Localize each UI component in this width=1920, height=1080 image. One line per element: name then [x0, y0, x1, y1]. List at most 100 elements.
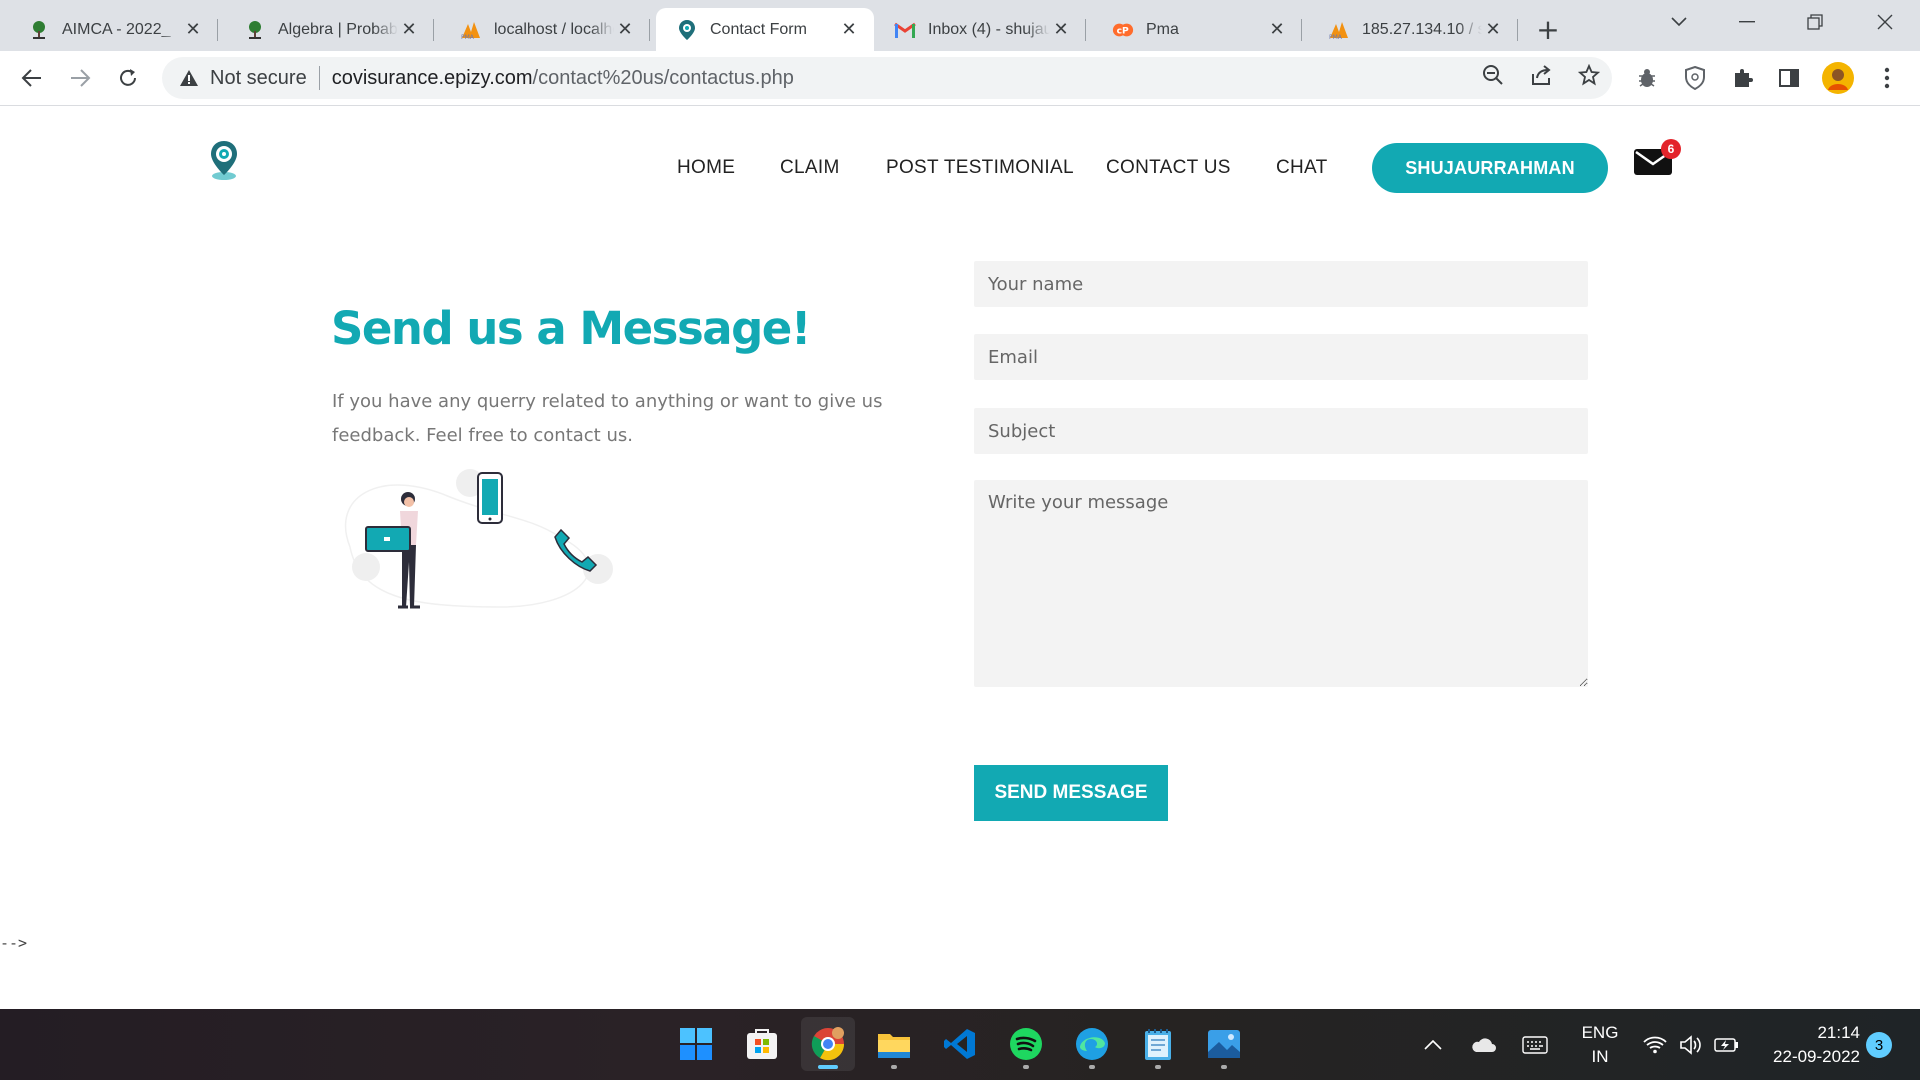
nav-home[interactable]: HOME [677, 157, 735, 179]
windows-start-icon[interactable] [669, 1017, 723, 1071]
language-indicator[interactable]: ENG IN [1572, 1021, 1628, 1069]
url-host: covisurance.epizy.com [331, 66, 533, 89]
tab-title: AIMCA - 2022_ [62, 20, 171, 38]
keyboard-icon[interactable] [1518, 1009, 1552, 1080]
site-logo-icon[interactable] [208, 139, 240, 181]
close-icon[interactable]: ✕ [1482, 19, 1504, 41]
name-input[interactable] [974, 261, 1588, 307]
new-tab-button[interactable]: + [1530, 11, 1566, 47]
reload-button[interactable] [109, 59, 147, 97]
user-account-button[interactable]: SHUJAURRAHMAN [1372, 143, 1608, 193]
contact-illustration [330, 467, 620, 617]
page-heading: Send us a Message! [331, 302, 811, 355]
spotify-icon[interactable] [999, 1017, 1053, 1071]
tab-contact-form[interactable]: Contact Form ✕ [656, 8, 874, 51]
running-indicator [891, 1065, 897, 1069]
close-icon[interactable]: ✕ [1050, 19, 1072, 41]
nav-claim[interactable]: CLAIM [780, 157, 840, 179]
svg-text:PMA: PMA [461, 34, 475, 40]
mail-icon[interactable]: 6 [1633, 139, 1681, 179]
close-window-button[interactable] [1858, 0, 1912, 44]
chrome-icon[interactable] [801, 1017, 855, 1071]
svg-text:PMA: PMA [1329, 34, 1343, 40]
notepad-icon[interactable] [1131, 1017, 1185, 1071]
zoom-icon[interactable] [1482, 64, 1504, 92]
warning-triangle-icon[interactable] [178, 67, 200, 89]
vscode-icon[interactable] [933, 1017, 987, 1071]
onedrive-cloud-icon[interactable] [1466, 1009, 1500, 1080]
profile-avatar[interactable] [1821, 61, 1855, 95]
shield-extension-icon[interactable] [1678, 61, 1712, 95]
side-panel-icon[interactable] [1772, 61, 1806, 95]
email-input[interactable] [974, 334, 1588, 380]
svg-text:cP: cP [1117, 25, 1129, 36]
stray-comment-text: --> [0, 934, 28, 952]
edge-icon[interactable] [1065, 1017, 1119, 1071]
wifi-icon[interactable] [1640, 1009, 1670, 1080]
close-icon[interactable]: ✕ [614, 19, 636, 41]
microsoft-store-icon[interactable] [735, 1017, 789, 1071]
battery-charging-icon[interactable] [1712, 1009, 1742, 1080]
phpmyadmin-favicon-icon: PMA [460, 19, 482, 41]
browser-tab-strip: AIMCA - 2022_ ✕ Algebra | Probability ✕ … [0, 0, 1920, 51]
close-icon[interactable]: ✕ [1266, 19, 1288, 41]
tab-gmail-inbox[interactable]: Inbox (4) - shujaurrahman ✕ [874, 8, 1086, 51]
tab-algebra[interactable]: Algebra | Probability ✕ [224, 8, 434, 51]
restore-button[interactable] [1788, 0, 1842, 44]
location-pin-favicon-icon [676, 19, 698, 41]
page-description: If you have any querry related to anythi… [332, 391, 883, 446]
nav-chat[interactable]: CHAT [1276, 157, 1328, 179]
tab-localhost[interactable]: PMA localhost / localhost ✕ [440, 8, 650, 51]
file-explorer-icon[interactable] [867, 1017, 921, 1071]
security-label[interactable]: Not secure [210, 67, 307, 90]
nav-contact-us[interactable]: CONTACT US [1106, 157, 1231, 179]
divider [318, 66, 320, 90]
bookmark-star-icon[interactable] [1577, 63, 1601, 92]
nav-post-testimonial[interactable]: POST TESTIMONIAL [886, 157, 1074, 179]
forward-button[interactable] [61, 59, 99, 97]
running-indicator [1089, 1065, 1095, 1069]
notification-count-badge[interactable]: 3 [1866, 1032, 1892, 1058]
share-icon[interactable] [1530, 64, 1552, 92]
back-button[interactable] [13, 59, 51, 97]
send-message-button[interactable]: SEND MESSAGE [974, 765, 1168, 821]
gmail-favicon-icon [894, 19, 916, 41]
url-text[interactable]: covisurance.epizy.com/contact%20us/conta… [332, 67, 794, 90]
running-indicator [1155, 1065, 1161, 1069]
close-icon[interactable]: ✕ [838, 19, 860, 41]
tab-sql-server[interactable]: PMA 185.27.134.10 / sql ✕ [1308, 8, 1518, 51]
subject-input[interactable] [974, 408, 1588, 454]
message-textarea[interactable] [974, 480, 1588, 687]
close-icon[interactable]: ✕ [398, 19, 420, 41]
system-clock[interactable]: 21:14 22-09-2022 [1740, 1021, 1860, 1069]
tree-favicon-icon [244, 19, 266, 41]
phpmyadmin-favicon-icon: PMA [1328, 19, 1350, 41]
photos-icon[interactable] [1197, 1017, 1251, 1071]
tab-pma[interactable]: cP Pma ✕ [1092, 8, 1302, 51]
tab-search-chevron-icon[interactable] [1652, 0, 1706, 44]
tab-title: localhost / localhost [494, 20, 614, 38]
browser-menu-icon[interactable] [1870, 61, 1904, 95]
tab-title: Algebra | Probability [278, 20, 398, 38]
url-path: /contact%20us/contactus.php [532, 66, 794, 89]
volume-icon[interactable] [1676, 1009, 1706, 1080]
tab-title: Inbox (4) - shujaurrahman [928, 20, 1050, 38]
clock-date: 22-09-2022 [1773, 1047, 1860, 1066]
tab-title: Pma [1146, 20, 1179, 38]
minimize-button[interactable] [1720, 0, 1774, 44]
extensions-puzzle-icon[interactable] [1726, 61, 1760, 95]
close-icon[interactable]: ✕ [182, 19, 204, 41]
cpanel-favicon-icon: cP [1112, 19, 1134, 41]
show-hidden-icons-chevron-icon[interactable] [1418, 1009, 1448, 1080]
bug-extension-icon[interactable] [1630, 61, 1664, 95]
running-indicator [1221, 1065, 1227, 1069]
web-page: HOME CLAIM POST TESTIMONIAL CONTACT US C… [0, 107, 1920, 1009]
browser-toolbar: Not secure covisurance.epizy.com/contact… [0, 51, 1920, 106]
tree-favicon-icon [28, 19, 50, 41]
language-code: ENG [1581, 1023, 1619, 1042]
address-bar[interactable]: Not secure covisurance.epizy.com/contact… [162, 57, 1612, 99]
running-indicator [1023, 1065, 1029, 1069]
active-indicator [818, 1065, 838, 1069]
windows-taskbar: ENG IN 21:14 22-09-2022 3 [0, 1009, 1920, 1080]
tab-aimca[interactable]: AIMCA - 2022_ ✕ [8, 8, 218, 51]
